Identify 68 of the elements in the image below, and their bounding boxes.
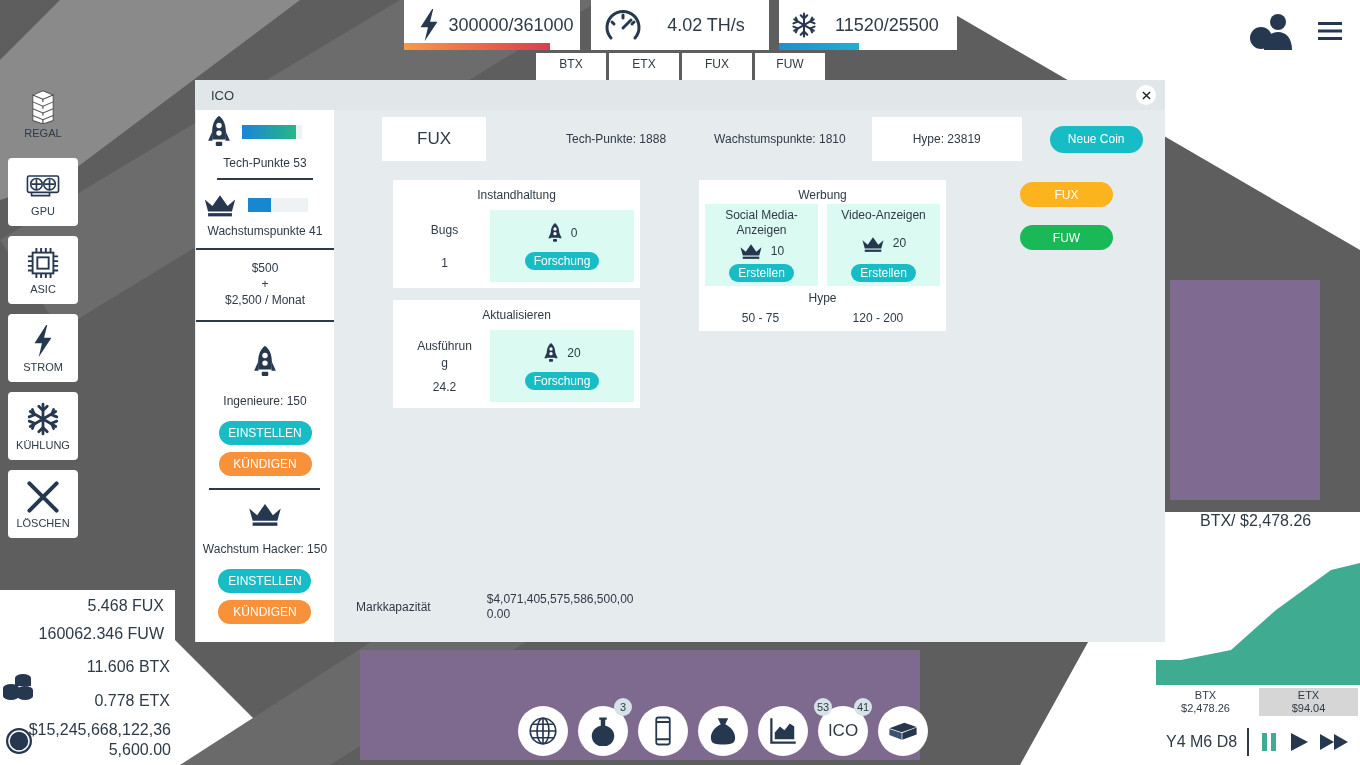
cash-balance: $15,245,668,122,365,600.00 <box>27 720 171 760</box>
market-cap-label: Markkapazität <box>356 600 431 614</box>
play-icon <box>1289 732 1310 752</box>
cost-value: 20 <box>567 346 581 360</box>
cost-text: + <box>261 276 269 292</box>
rocket-icon <box>543 342 560 364</box>
price-title: BTX/ $2,478.26 <box>1200 512 1312 530</box>
close-icon <box>1141 90 1151 100</box>
points-label: Wachstumspunkte 41 <box>207 224 323 238</box>
tool-button[interactable]: GPU <box>8 158 78 226</box>
coin-hashrate-tab[interactable]: FUW <box>755 53 825 80</box>
hype-range: 50 - 75 <box>741 311 780 325</box>
speed-button[interactable] <box>1319 732 1350 752</box>
coin-hashrate-tab[interactable]: FUX <box>682 53 752 80</box>
resource-value: 300000/361000 <box>447 14 575 36</box>
coin-name-display: FUX <box>382 117 486 161</box>
stat-label: Ausführung <box>416 338 473 372</box>
globe-icon <box>528 716 558 746</box>
cost-text: $2,500 / Monat <box>224 292 306 308</box>
resource-value: 4.02 TH/s <box>666 14 746 36</box>
stat-value: 1 <box>441 255 448 270</box>
coins-icon <box>3 672 33 700</box>
points-stat: Tech-Punkte: 1888 <box>566 132 667 146</box>
stat-label: Bugs <box>429 222 460 240</box>
market-cap-value: $4,071,405,575,586,500,000.00 <box>486 592 635 622</box>
speedometer-icon <box>603 8 643 42</box>
cost-value: 20 <box>892 236 907 251</box>
cost-text: $500 <box>251 260 279 276</box>
hype-range: 120 - 200 <box>852 311 904 325</box>
game-date: Y4 M6 D8 <box>1166 733 1238 751</box>
tool-button[interactable]: LÖSCHEN <box>8 470 78 538</box>
user-icon[interactable] <box>1250 12 1292 50</box>
menu-icon[interactable] <box>1318 22 1342 40</box>
hype-label: Hype <box>807 291 838 305</box>
dialog-title: ICO <box>211 87 235 103</box>
tool-button[interactable]: STROM <box>8 314 78 382</box>
ad-name: Video-Anzeigen <box>841 208 926 223</box>
speed-button[interactable] <box>1289 732 1310 752</box>
cross-icon <box>25 479 61 514</box>
fast-forward-icon <box>1319 732 1350 752</box>
rocket-icon <box>546 222 563 244</box>
card-title: Werbung <box>797 188 848 202</box>
ad-name: Social Media-Anzeigen <box>724 208 799 238</box>
cost-value: 10 <box>770 243 785 259</box>
points-label: Tech-Punkte 53 <box>223 156 307 170</box>
tool-button[interactable]: REGAL <box>8 80 78 148</box>
tool-button[interactable]: ASIC <box>8 236 78 304</box>
tool-button[interactable]: KÜHLUNG <box>8 392 78 460</box>
card-title: Aktualisieren <box>481 308 552 322</box>
balance-text: 0.778 ETX <box>94 691 170 711</box>
hype-display: Hype: 23819 <box>871 117 1022 161</box>
staff-label: Wachstum Hacker: 150 <box>202 542 328 556</box>
resource-value: 11520/25500 <box>834 14 940 36</box>
snowflake-icon <box>25 401 61 436</box>
chip-icon <box>25 245 61 280</box>
staff-label: Ingenieure: 150 <box>223 394 307 408</box>
balance-text: 11.606 BTX <box>86 657 170 677</box>
line-chart-icon <box>768 716 798 746</box>
close-button[interactable] <box>1136 85 1156 105</box>
points-stat: Wachstumspunkte: 1810 <box>714 132 846 146</box>
coin-hashrate-tab[interactable]: BTX <box>536 53 606 80</box>
coin-hashrate-tab[interactable]: ETX <box>609 53 679 80</box>
stat-value: 24.2 <box>432 380 457 394</box>
cost-value: 0 <box>570 226 578 240</box>
money-bag-icon <box>708 716 738 746</box>
crown-icon <box>738 242 763 260</box>
price-tab[interactable]: ETX $94.04 <box>1259 688 1358 716</box>
card-title: Instandhaltung <box>476 188 557 202</box>
